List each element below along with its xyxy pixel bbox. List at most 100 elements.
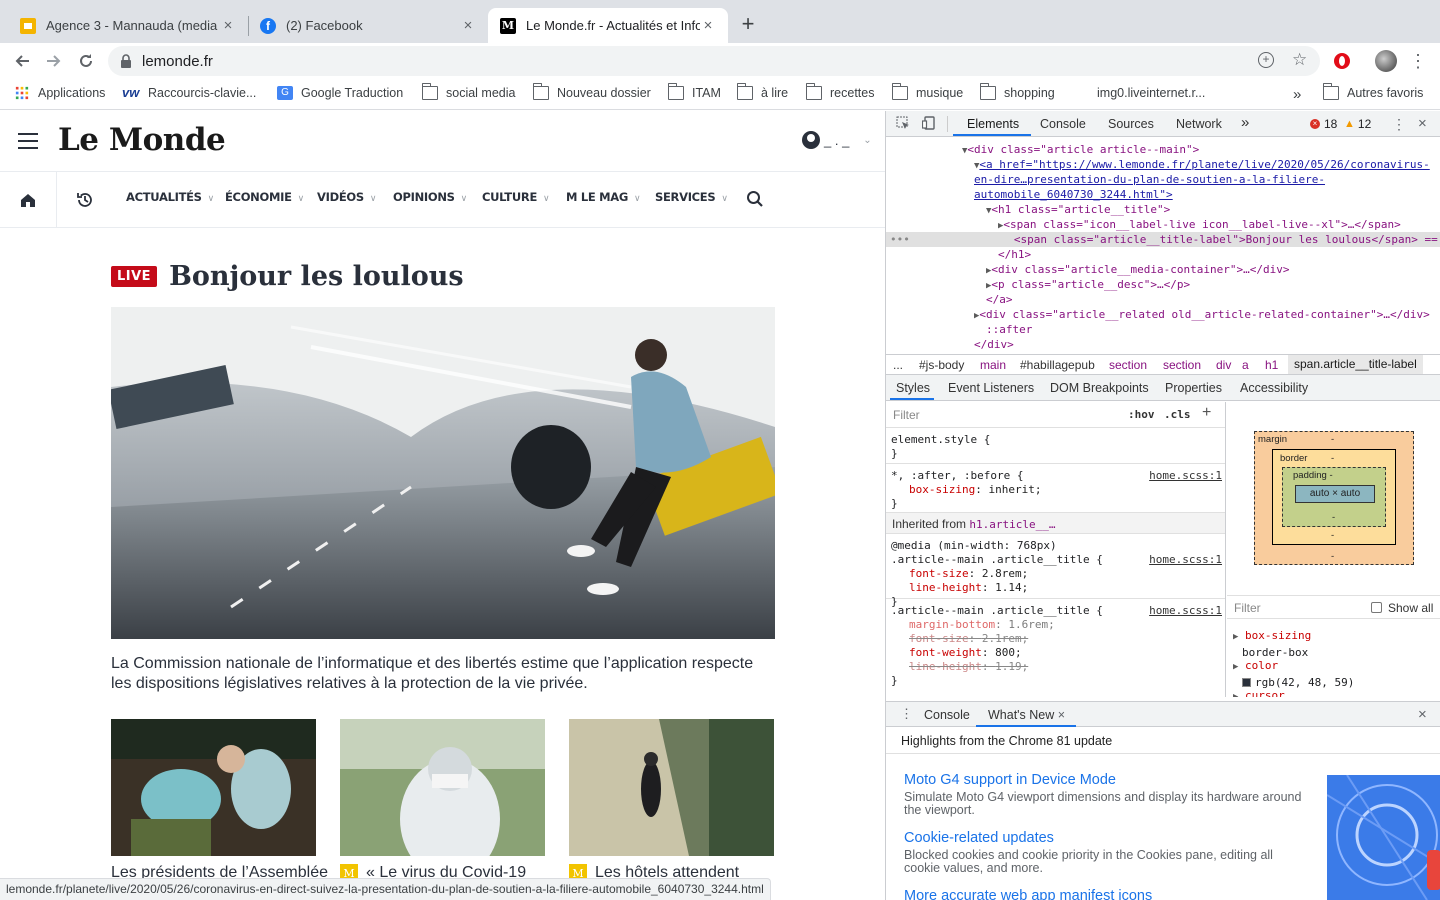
property-value[interactable]: 2.1rem; xyxy=(982,632,1028,645)
computed-property[interactable]: ▶ color rgb(42, 48, 59) xyxy=(1233,658,1354,690)
history-icon[interactable] xyxy=(57,172,113,228)
hamburger-menu-icon[interactable] xyxy=(18,133,38,149)
breadcrumb-item[interactable]: a xyxy=(1242,358,1249,372)
tab-event-listeners[interactable]: Event Listeners xyxy=(948,381,1034,395)
close-icon[interactable]: × xyxy=(700,17,716,34)
box-model-border[interactable]: border - - padding - - auto × auto xyxy=(1272,449,1396,545)
bookmark-itam[interactable]: ITAM xyxy=(667,83,721,100)
property-name[interactable]: box-sizing xyxy=(909,483,975,496)
property-name[interactable]: font-size xyxy=(909,567,969,580)
property-value[interactable]: inherit; xyxy=(988,483,1041,496)
account-menu[interactable]: _ . _ ⌄ xyxy=(802,131,872,149)
dom-node[interactable]: en-dire…presentation-du-plan-de-soutien-… xyxy=(886,172,1440,187)
cls-toggle[interactable]: .cls xyxy=(1164,408,1191,421)
close-icon[interactable]: × xyxy=(220,17,236,34)
dom-node[interactable]: </a> xyxy=(886,292,1440,307)
drawer-menu-icon[interactable]: ⋮ xyxy=(900,706,913,722)
whats-new-item[interactable]: Cookie-related updates Blocked cookies a… xyxy=(904,830,1304,875)
bookmark-applications[interactable]: Applications xyxy=(14,86,105,100)
dom-node[interactable]: ▶<div class="article__related old__artic… xyxy=(886,307,1440,322)
bookmark-nouveau-dossier[interactable]: Nouveau dossier xyxy=(532,83,651,100)
related-thumbnail[interactable] xyxy=(111,719,316,856)
dom-node[interactable]: ▼<div class="article article--main"> xyxy=(886,142,1440,157)
more-tabs-button[interactable]: » xyxy=(1241,114,1249,131)
computed-property[interactable]: ▶ box-sizing border-box xyxy=(1233,628,1311,660)
drawer-tab-console[interactable]: Console xyxy=(924,708,970,722)
nav-videos[interactable]: VIDÉOS ∨ xyxy=(317,190,376,204)
bookmark-google-traduction[interactable]: G Google Traduction xyxy=(277,86,403,100)
close-icon[interactable]: × xyxy=(1418,115,1427,132)
settings-kebab-icon[interactable]: ⋮ xyxy=(1392,116,1406,133)
tab-elements[interactable]: Elements xyxy=(967,117,1019,131)
computed-filter-input[interactable]: Filter xyxy=(1234,601,1261,615)
css-rule-media[interactable]: @media (min-width: 768px) .article--main… xyxy=(886,535,1225,608)
property-name[interactable]: font-weight xyxy=(909,646,982,659)
bookmark-raccourcis[interactable]: vw Raccourcis-clavie... xyxy=(122,86,256,101)
property-name[interactable]: line-height xyxy=(909,660,982,673)
bookmark-autres-favoris[interactable]: Autres favoris xyxy=(1322,83,1423,100)
tab-lemonde[interactable]: M Le Monde.fr - Actualités et Info × xyxy=(488,8,728,43)
css-rule-universal[interactable]: *, :after, :before {home.scss:1 box-sizi… xyxy=(886,465,1225,513)
box-model-content[interactable]: auto × auto xyxy=(1295,485,1375,503)
warning-count[interactable]: ▲ 12 xyxy=(1344,117,1371,131)
hero-image[interactable] xyxy=(111,307,775,639)
tab-dom-breakpoints[interactable]: DOM Breakpoints xyxy=(1050,381,1149,395)
site-logo[interactable]: Le Monde xyxy=(58,122,226,158)
address-bar[interactable]: lemonde.fr + ☆ xyxy=(108,46,1320,76)
article-headline[interactable]: LIVE Bonjour les loulous xyxy=(111,261,464,292)
source-link[interactable]: home.scss:1 xyxy=(1149,469,1222,483)
dom-node[interactable]: ▼<a href="https://www.lemonde.fr/planete… xyxy=(886,157,1440,172)
breadcrumb-item-current[interactable]: span.article__title-label xyxy=(1288,355,1423,374)
box-model-padding[interactable]: padding - - auto × auto xyxy=(1282,467,1386,527)
property-value[interactable]: 800; xyxy=(995,646,1022,659)
breadcrumb-item[interactable]: h1 xyxy=(1265,358,1278,372)
filter-input[interactable]: Filter xyxy=(893,408,920,422)
dom-node[interactable]: automobile_6040730_3244.html"> xyxy=(886,187,1440,202)
dom-node-selected[interactable]: ••• <span class="article__title-label">Bo… xyxy=(886,232,1440,247)
breadcrumb-item[interactable]: div xyxy=(1216,358,1231,372)
drawer-tab-whats-new[interactable]: What's New × xyxy=(988,708,1065,722)
opera-extension-icon[interactable] xyxy=(1330,49,1354,73)
dom-node[interactable]: ▶<span class="icon__label-live icon__lab… xyxy=(886,217,1440,232)
box-model-margin[interactable]: margin - - border - - padding - - auto ×… xyxy=(1254,431,1414,565)
dom-node[interactable]: ▶<div class="article__media-container">…… xyxy=(886,262,1440,277)
tab-styles[interactable]: Styles xyxy=(896,381,930,395)
property-name[interactable]: font-size xyxy=(909,632,969,645)
breadcrumb-item[interactable]: main xyxy=(980,358,1006,372)
home-icon[interactable] xyxy=(0,172,57,228)
show-all-checkbox[interactable] xyxy=(1371,602,1382,613)
reload-button[interactable] xyxy=(74,49,98,73)
property-value[interactable]: 1.14; xyxy=(995,581,1028,594)
whats-new-item[interactable]: Moto G4 support in Device Mode Simulate … xyxy=(904,772,1304,817)
profile-avatar[interactable] xyxy=(1374,49,1398,73)
breadcrumb-item[interactable]: section xyxy=(1109,358,1147,372)
forward-button[interactable] xyxy=(42,49,66,73)
bookmark-musique[interactable]: musique xyxy=(891,83,963,100)
tab-properties[interactable]: Properties xyxy=(1165,381,1222,395)
tab-network[interactable]: Network xyxy=(1176,117,1222,131)
nav-economie[interactable]: ÉCONOMIE ∨ xyxy=(225,190,304,204)
computed-property[interactable]: ▶ cursor xyxy=(1233,688,1285,697)
breadcrumb-item[interactable]: section xyxy=(1163,358,1201,372)
source-link[interactable]: home.scss:1 xyxy=(1149,604,1222,618)
add-icon[interactable]: + xyxy=(1258,52,1274,68)
css-rule-article-title[interactable]: .article--main .article__title {home.scs… xyxy=(886,600,1225,697)
property-value[interactable]: 1.6rem; xyxy=(1008,618,1054,631)
whats-new-link[interactable]: Cookie-related updates xyxy=(904,830,1304,846)
tab-sources[interactable]: Sources xyxy=(1108,117,1154,131)
breadcrumb-item[interactable]: #habillagepub xyxy=(1020,358,1095,372)
tab-facebook[interactable]: f (2) Facebook × xyxy=(248,8,488,43)
hov-toggle[interactable]: :hov xyxy=(1128,408,1155,421)
bookmark-social-media[interactable]: social media xyxy=(421,83,515,100)
tab-agence[interactable]: Agence 3 - Mannauda (media p × xyxy=(8,8,248,43)
dom-node[interactable]: ▶<p class="article__desc">…</p> xyxy=(886,277,1440,292)
new-rule-icon[interactable]: + xyxy=(1202,404,1211,422)
styles-filter[interactable]: Filter :hov .cls + xyxy=(886,402,1225,428)
nav-opinions[interactable]: OPINIONS ∨ xyxy=(393,190,467,204)
nav-culture[interactable]: CULTURE ∨ xyxy=(482,190,550,204)
bookmark-shopping[interactable]: shopping xyxy=(979,83,1055,100)
related-thumbnail[interactable] xyxy=(569,719,774,856)
dom-node[interactable]: ::after xyxy=(886,322,1440,337)
new-tab-button[interactable]: + xyxy=(736,13,760,37)
breadcrumb-item[interactable]: #js-body xyxy=(919,358,964,372)
